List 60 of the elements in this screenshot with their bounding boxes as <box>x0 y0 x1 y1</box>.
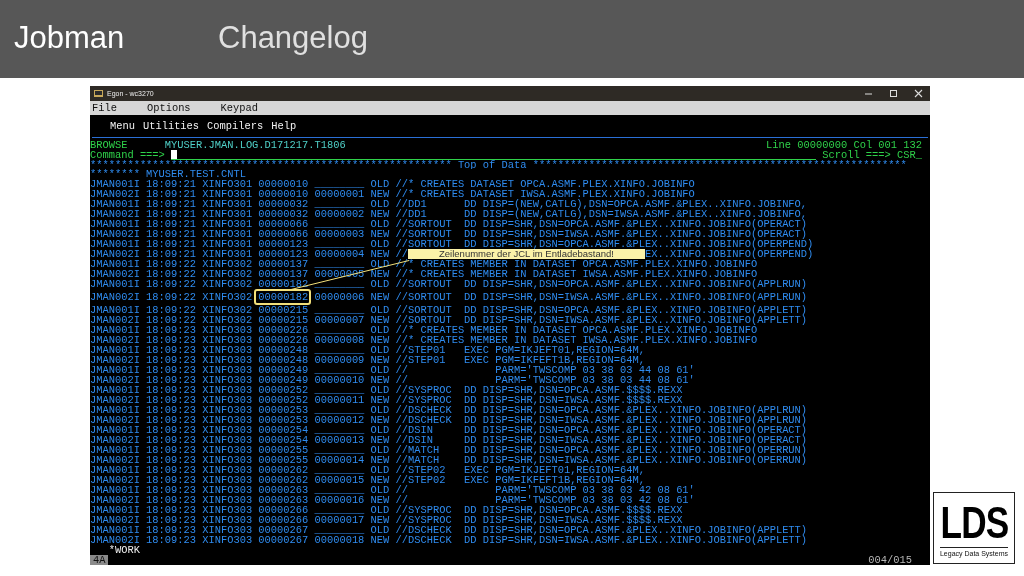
log-line: JMAN001I 18:09:21 XINFO301 00000123 ________ OLD //SORTOUT DD DISP=SHR,DSN=OPCA.ASMF.&PLEX..XINFO.JOBINFO(OPERPEND) <box>90 239 814 249</box>
cursor-icon <box>170 149 177 159</box>
menu-item[interactable]: Menu <box>110 121 135 131</box>
log-line: JMAN001I 18:09:22 XINFO302 00000215 ________ OLD //SORTOUT DD DISP=SHR,DSN=OPCA.ASMF.&PLEX..XINFO.JOBINFO(APPLETT) <box>90 305 808 315</box>
log-line: JMAN001I 18:09:21 XINFO301 00000032 ________ OLD //DD1 DD DISP=(NEW,CATLG),DSN=OPCA.ASMF.&PLEX..XINFO.JOBINFO, <box>90 199 808 209</box>
line-position: Line 00000000 Col 001 132 <box>766 139 922 150</box>
dataset-name: MYUSER.JMAN.LOG.D171217.T1806 <box>164 139 346 150</box>
log-line: JMAN002I 18:09:22 XINFO302 00000182 00000006 NEW //SORTOUT DD DISP=SHR,DSN=IWSA.ASMF.&PLEX..XINFO.JOBINFO(APPLRUN) <box>90 292 808 302</box>
app-icon <box>94 89 103 98</box>
log-line: JMAN001I 18:09:23 XINFO303 00000267 ________ OLD //DSCHECK DD DISP=SHR,DSN=OPCA.ASMF.&PLEX..XINFO.JOBINFO(APPLETT) <box>90 525 808 535</box>
log-line: JMAN001I 18:09:23 XINFO303 00000262 ________ OLD //STEP02 EXEC PGM=IKJEFT01,REGION=64M, <box>90 465 645 475</box>
log-line: JMAN002I 18:09:23 XINFO303 00000255 00000014 NEW //MATCH DD DISP=SHR,DSN=IWSA.ASMF.&PLEX..XINFO.JOBINFO(OPERRUN) <box>90 455 808 465</box>
menu-item[interactable]: Keypad <box>220 101 259 115</box>
menu-item[interactable]: Utilities <box>142 121 200 131</box>
log-line: JMAN002I 18:09:23 XINFO303 00000226 00000008 NEW //* CREATES MEMBER IN DATASET IWSA.ASMF.PLEX.XINFO.JOBINFO <box>90 335 758 345</box>
menu-item[interactable]: Options <box>146 101 191 115</box>
log-line: JMAN002I 18:09:23 XINFO303 00000248 00000009 NEW //STEP01 EXEC PGM=IKFEFT1B,REGION=64M, <box>90 355 645 365</box>
log-line: JMAN001I 18:09:23 XINFO303 00000226 ________ OLD //* CREATES MEMBER IN DATASET OPCA.ASMF.PLEX.XINFO.JOBINFO <box>90 325 758 335</box>
log-line: JMAN001I 18:09:23 XINFO303 00000253 ________ OLD //DSCHECK DD DISP=SHR,DSN=OPCA.ASMF.&PLEX..XINFO.JOBINFO(APPLRUN) <box>90 405 808 415</box>
command-field[interactable] <box>170 149 817 160</box>
log-line: JMAN002I 18:09:21 XINFO301 00000066 00000003 NEW //SORTOUT DD DISP=SHR,DSN=IWSA.ASMF.&PLEX..XINFO.JOBINFO(OPERACT) <box>90 229 808 239</box>
log-line: EX..XINFO.JOBINFO(OPERPEND) <box>644 249 814 259</box>
log-line: JMAN001I 18:09:23 XINFO303 00000266 ________ OLD //SYSPROC DD DISP=SHR,DSN=OPCA.ASMF.$$$$.REXX <box>90 505 683 515</box>
member-name: ******** MYUSER.TEST.CNTL <box>90 169 247 179</box>
log-line: JMAN001I 18:09:23 XINFO303 00000249 ________ OLD // PARM='TWSCOMP 03 38 03 44 08 61' <box>90 365 695 375</box>
mode-label: BROWSE <box>90 139 128 150</box>
log-line: JMAN002I 18:09:23 XINFO303 00000249 00000010 NEW // PARM='TWSCOMP 03 38 03 44 08 61' <box>90 375 695 385</box>
page-number: 004/015 <box>868 555 912 565</box>
log-line: JMAN002I 18:09:23 XINFO303 00000253 00000012 NEW //DSCHECK DD DISP=SHR,DSN=IWSA.ASMF.&PLEX..XINFO.JOBINFO(APPLRUN) <box>90 415 808 425</box>
log-line: JMAN002I 18:09:23 XINFO303 00000263 00000016 NEW // PARM='TWSCOMP 03 38 03 42 08 61' <box>90 495 695 505</box>
log-line: JMAN001I 18:09:21 XINFO301 00000010 ________ OLD //* CREATES DATASET OPCA.ASMF.PLEX.XINFO.JOBINFO <box>90 179 695 189</box>
close-icon[interactable] <box>913 89 924 98</box>
log-line: JMAN002I 18:09:23 XINFO303 00000267 00000018 NEW //DSCHECK DD DISP=SHR,DSN=IWSA.ASMF.&PLEX..XINFO.JOBINFO(APPLETT) <box>90 535 808 545</box>
log-line: JMAN001I 18:09:23 XINFO303 00000254 ________ OLD //DSIN DD DISP=SHR,DSN=OPCA.ASMF.&PLEX..XINFO.JOBINFO(OPERACT) <box>90 425 808 435</box>
log-line: JMAN001I 18:09:23 XINFO303 00000248 ________ OLD //STEP01 EXEC PGM=IKJEFT01,REGION=64M, <box>90 345 645 355</box>
slide-subtitle: Changelog <box>218 20 368 56</box>
menu-item[interactable]: Compilers <box>207 121 264 131</box>
log-line: JMAN001I 18:09:22 XINFO302 00000182 ________ OLD //SORTOUT DD DISP=SHR,DSN=OPCA.ASMF.&PLEX..XINFO.JOBINFO(APPLRUN) <box>90 279 808 289</box>
command-label: Command ===> <box>90 149 165 160</box>
work-label: *WORK <box>107 545 141 555</box>
menu-item[interactable]: Help <box>271 121 297 131</box>
log-line: JMAN002I 18:09:23 XINFO303 00000254 00000013 NEW //DSIN DD DISP=SHR,DSN=IWSA.ASMF.&PLEX..XINFO.JOBINFO(OPERACT) <box>90 435 808 445</box>
menu-item[interactable]: File <box>92 101 117 115</box>
log-line: JMAN002I 18:09:23 XINFO303 00000262 00000015 NEW //STEP02 EXEC PGM=IKFEFT1B,REGION=64M, <box>90 475 645 485</box>
log-line: JMAN001I 18:09:23 XINFO303 00000263 ________ OLD // PARM='TWSCOMP 03 38 03 42 08 61' <box>90 485 695 495</box>
log-line: JMAN001I 18:09:23 XINFO303 00000255 ________ OLD //MATCH DD DISP=SHR,DSN=OPCA.ASMF.&PLEX..XINFO.JOBINFO(OPERRUN) <box>90 445 808 455</box>
scroll-setting: Scroll ===> CSR_ <box>822 149 922 160</box>
log-line: JMAN002I 18:09:23 XINFO303 00000252 00000011 NEW //SYSPROC DD DISP=SHR,DSN=IWSA.ASMF.$$$$.REXX <box>90 395 683 405</box>
log-line: JMAN002I 18:09:21 XINFO301 00000123 00000004 NEW // <box>90 249 408 259</box>
maximize-icon[interactable] <box>888 89 899 98</box>
session-label: 4A <box>90 555 109 565</box>
log-line: JMAN002I 18:09:21 XINFO301 00000032 00000002 NEW //DD1 DD DISP=(NEW,CATLG),DSN=IWSA.ASMF.&PLEX..XINFO.JOBINFO, <box>90 209 808 219</box>
log-line: JMAN002I 18:09:21 XINFO301 00000010 00000001 NEW //* CREATES DATASET IWSA.ASMF.PLEX.XINFO.JOBINFO <box>90 189 695 199</box>
log-line: JMAN002I 18:09:23 XINFO303 00000266 00000017 NEW //SYSPROC DD DISP=SHR,DSN=IWSA.ASMF.$$$$.REXX <box>90 515 683 525</box>
callout-note: Zeilenummer der JCL im Entladebastand! <box>408 249 645 259</box>
log-line: JMAN001I 18:09:21 XINFO301 00000066 ________ OLD //SORTOUT DD DISP=SHR,DSN=OPCA.ASMF.&PLEX..XINFO.JOBINFO(OPERACT) <box>90 219 808 229</box>
logo-mark: LDS <box>940 499 1008 547</box>
slide-title: Jobman <box>14 20 126 56</box>
log-line: JMAN001I 18:09:23 XINFO303 00000252 ________ OLD //SYSPROC DD DISP=SHR,DSN=OPCA.ASMF.$$$$.REXX <box>90 385 683 395</box>
log-line: JMAN002I 18:09:22 XINFO302 00000215 00000007 NEW //SORTOUT DD DISP=SHR,DSN=IWSA.ASMF.&PLEX..XINFO.JOBINFO(APPLETT) <box>90 315 808 325</box>
